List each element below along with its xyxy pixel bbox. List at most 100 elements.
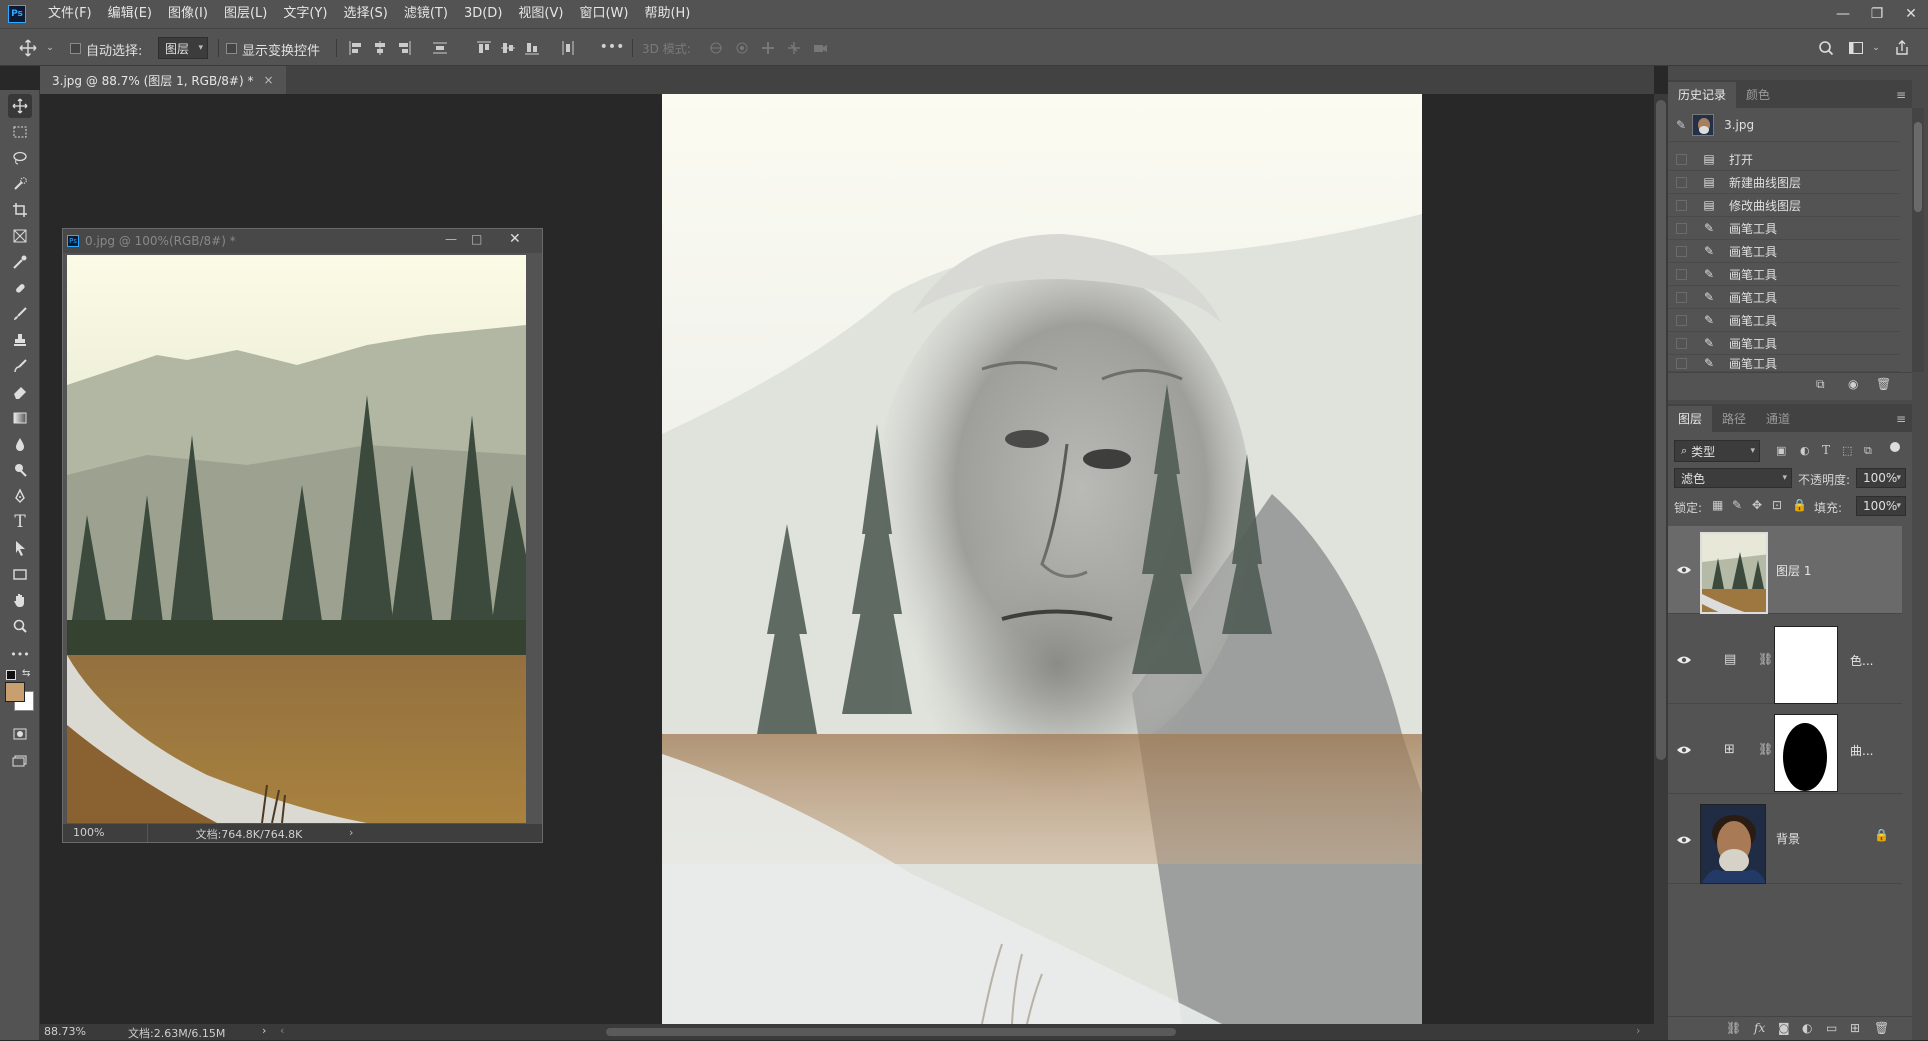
menu-file[interactable]: 文件(F) — [40, 0, 100, 28]
double-exposure-image[interactable] — [662, 94, 1422, 1024]
panel-menu-icon[interactable]: ≡ — [1896, 88, 1906, 102]
trash-icon[interactable]: 🗑 — [1876, 377, 1891, 391]
history-state-checkbox[interactable] — [1676, 153, 1687, 165]
quick-mask-icon[interactable] — [8, 722, 32, 746]
menu-view[interactable]: 视图(V) — [510, 0, 571, 28]
menu-3d[interactable]: 3D(D) — [456, 0, 510, 28]
history-item[interactable]: ✎ 画笔工具 — [1668, 355, 1900, 372]
blend-mode-dropdown[interactable]: 滤色 ▾ — [1674, 468, 1792, 488]
add-mask-icon[interactable]: ◙ — [1778, 1021, 1790, 1035]
document-tab[interactable]: 3.jpg @ 88.7% (图层 1, RGB/8#) * × — [40, 66, 286, 94]
history-item[interactable]: ✎ 画笔工具 — [1668, 332, 1900, 355]
align-vcenter-icon[interactable] — [498, 38, 518, 58]
align-left-icon[interactable] — [346, 38, 366, 58]
close-icon[interactable]: ✕ — [509, 231, 521, 247]
eye-icon[interactable] — [1676, 744, 1692, 756]
menu-type[interactable]: 文字(Y) — [275, 0, 335, 28]
history-scrollbar[interactable] — [1912, 108, 1924, 372]
pixel-filter-icon[interactable]: ▣ — [1776, 444, 1786, 457]
eraser-tool-icon[interactable] — [8, 380, 32, 404]
type-filter-icon[interactable]: T — [1822, 443, 1830, 457]
link-icon[interactable]: ⛓ — [1758, 742, 1773, 756]
layer-row[interactable]: 背景 🔒 — [1668, 794, 1902, 884]
link-icon[interactable]: ⛓ — [1758, 652, 1773, 666]
history-state-checkbox[interactable] — [1676, 314, 1687, 326]
dodge-tool-icon[interactable] — [8, 458, 32, 482]
eye-icon[interactable] — [1676, 834, 1692, 846]
history-snapshot[interactable]: ✎ 3.jpg — [1668, 108, 1900, 142]
chevron-down-icon[interactable]: ⌄ — [40, 38, 60, 58]
chevron-down-icon[interactable]: ⌄ — [1866, 38, 1886, 58]
fx-icon[interactable]: fx — [1754, 1021, 1765, 1035]
shape-filter-icon[interactable]: ⬚ — [1842, 444, 1852, 457]
history-item[interactable]: ✎ 画笔工具 — [1668, 240, 1900, 263]
maximize-icon[interactable]: □ — [471, 232, 482, 246]
history-brush-tool-icon[interactable] — [8, 354, 32, 378]
new-layer-icon[interactable]: ⊞ — [1850, 1021, 1860, 1035]
new-document-from-state-icon[interactable]: ⧉ — [1816, 377, 1825, 392]
more-options-icon[interactable]: ••• — [600, 37, 625, 57]
zoom-level[interactable]: 88.73% — [44, 1025, 86, 1038]
history-item[interactable]: ✎ 画笔工具 — [1668, 286, 1900, 309]
forest-landscape-image[interactable] — [67, 255, 526, 823]
menu-edit[interactable]: 编辑(E) — [100, 0, 160, 28]
tab-history[interactable]: 历史记录 — [1668, 82, 1737, 108]
layer-row[interactable]: 图层 1 — [1668, 526, 1902, 614]
menu-image[interactable]: 图像(I) — [160, 0, 216, 28]
tab-color[interactable]: 颜色 — [1736, 82, 1780, 108]
move-tool-icon[interactable] — [8, 94, 32, 118]
layer-row[interactable]: ▤ ⛓ 色... — [1668, 614, 1902, 704]
foreground-color-swatch[interactable] — [5, 682, 25, 702]
chevron-left-icon[interactable]: ‹ — [280, 1024, 284, 1037]
adjustment-filter-icon[interactable]: ◐ — [1800, 444, 1810, 457]
floating-document-window[interactable]: Ps 0.jpg @ 100%(RGB/8#) * — □ ✕ 100% 文档:… — [62, 228, 543, 843]
move-tool-preset-icon[interactable] — [18, 38, 38, 58]
chevron-right-icon[interactable]: › — [1636, 1024, 1640, 1037]
zoom-tool-icon[interactable] — [8, 614, 32, 638]
pen-tool-icon[interactable] — [8, 484, 32, 508]
lasso-tool-icon[interactable] — [8, 146, 32, 170]
swap-colors-icon[interactable]: ⇆ — [22, 668, 30, 679]
share-icon[interactable] — [1892, 38, 1912, 58]
tab-layers[interactable]: 图层 — [1668, 406, 1713, 432]
new-adjustment-icon[interactable]: ◐ — [1802, 1021, 1812, 1035]
history-item[interactable]: ✎ 画笔工具 — [1668, 309, 1900, 332]
layer-filter-dropdown[interactable]: ⌕ 类型 ▾ — [1674, 440, 1760, 462]
distribute-horizontal-icon[interactable] — [558, 38, 578, 58]
new-group-icon[interactable]: ▭ — [1826, 1021, 1837, 1035]
layer-mask-thumbnail[interactable] — [1774, 626, 1838, 704]
brush-tool-icon[interactable] — [8, 302, 32, 326]
hand-tool-icon[interactable] — [8, 588, 32, 612]
default-colors-icon[interactable] — [6, 670, 16, 680]
eyedropper-tool-icon[interactable] — [8, 250, 32, 274]
type-tool-icon[interactable]: T — [8, 510, 32, 534]
lock-position-icon[interactable]: ✥ — [1752, 498, 1762, 512]
clone-stamp-tool-icon[interactable] — [8, 328, 32, 352]
align-hcenter-icon[interactable] — [370, 38, 390, 58]
history-state-checkbox[interactable] — [1676, 291, 1687, 303]
chevron-right-icon[interactable]: › — [349, 826, 353, 839]
panel-menu-icon[interactable]: ≡ — [1896, 412, 1906, 426]
lock-icon[interactable]: 🔒 — [1874, 828, 1889, 842]
lock-transparent-icon[interactable]: ▦ — [1712, 498, 1723, 512]
menu-window[interactable]: 窗口(W) — [571, 0, 636, 28]
horizontal-scrollbar-thumb[interactable] — [606, 1028, 1176, 1036]
blur-tool-icon[interactable] — [8, 432, 32, 456]
lock-artboard-icon[interactable]: ⊡ — [1772, 498, 1782, 512]
menu-layer[interactable]: 图层(L) — [216, 0, 275, 28]
gradient-tool-icon[interactable] — [8, 406, 32, 430]
marquee-tool-icon[interactable] — [8, 120, 32, 144]
menu-select[interactable]: 选择(S) — [335, 0, 395, 28]
lock-image-icon[interactable]: ✎ — [1732, 498, 1742, 512]
screen-mode-icon[interactable] — [8, 748, 32, 772]
layer-mask-thumbnail[interactable] — [1774, 714, 1838, 792]
auto-select-target-dropdown[interactable]: 图层 ▾ — [158, 37, 208, 59]
fill-field[interactable]: 100% ▾ — [1856, 496, 1906, 516]
filter-toggle-icon[interactable] — [1890, 442, 1900, 452]
eye-icon[interactable] — [1676, 654, 1692, 666]
distribute-vertical-icon[interactable] — [430, 38, 450, 58]
history-state-checkbox[interactable] — [1676, 199, 1687, 211]
link-layers-icon[interactable]: ⛓ — [1726, 1021, 1741, 1035]
frame-tool-icon[interactable] — [8, 224, 32, 248]
history-state-checkbox[interactable] — [1676, 222, 1687, 234]
